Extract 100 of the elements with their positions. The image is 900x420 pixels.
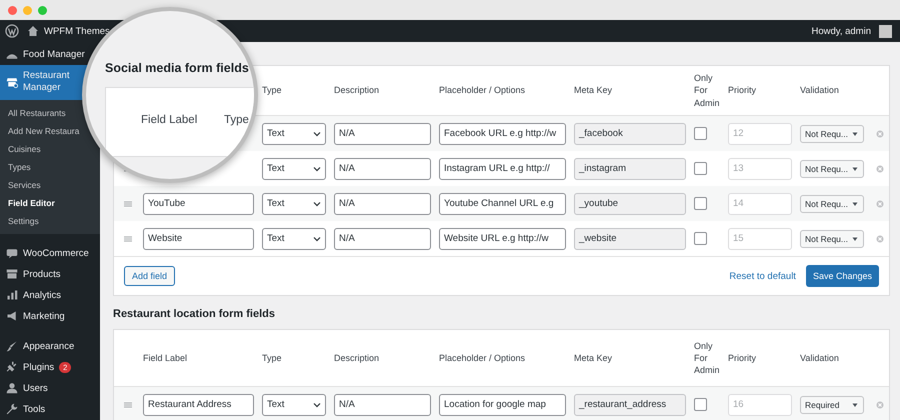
field-label-input[interactable]: Restaurant Address (143, 394, 254, 416)
sidebar-item[interactable]: Products (6, 268, 60, 280)
chevron-down-icon (313, 234, 321, 242)
column-header: Meta Key (574, 352, 614, 364)
drag-handle-icon[interactable] (124, 200, 132, 206)
column-header: Validation (800, 352, 840, 364)
field-label-input[interactable]: Website (143, 228, 254, 250)
placeholder-input[interactable]: Website URL e.g http://w (439, 228, 566, 250)
chevron-down-icon (313, 164, 321, 172)
admin-only-checkbox[interactable] (694, 197, 707, 210)
type-select[interactable]: Text (262, 394, 326, 416)
submenu-item[interactable]: Add New Restaura (0, 122, 80, 140)
remove-icon[interactable] (876, 164, 884, 172)
meta-key-input[interactable]: _website (574, 228, 686, 250)
save-button[interactable]: Save Changes (806, 265, 879, 287)
chevron-down-icon (313, 200, 321, 208)
submenu-item[interactable]: Cuisines (0, 140, 41, 158)
column-header: Field Label (141, 114, 198, 126)
placeholder-input[interactable]: Facebook URL e.g http://w (439, 122, 566, 144)
archive-box-icon (6, 268, 18, 280)
chevron-down-icon (313, 130, 321, 138)
description-input[interactable]: N/A (334, 192, 431, 214)
remove-icon[interactable] (876, 130, 884, 138)
sidebar-item[interactable]: Food Manager (6, 48, 85, 60)
meta-key-input[interactable]: _instagram (574, 158, 686, 180)
admin-only-checkbox[interactable] (694, 232, 707, 245)
megaphone-icon (6, 310, 18, 322)
description-input[interactable]: N/A (334, 122, 431, 144)
admin-only-checkbox[interactable] (694, 127, 707, 140)
type-select[interactable]: Text (262, 192, 326, 214)
field-label-input[interactable]: YouTube (143, 192, 254, 214)
placeholder-input[interactable]: Location for google map (439, 394, 566, 416)
meta-key-input[interactable]: _youtube (574, 192, 686, 214)
home-icon[interactable] (27, 25, 39, 37)
column-header: Type (224, 114, 249, 126)
maximize-button[interactable] (38, 6, 47, 14)
type-select[interactable]: Text (262, 122, 326, 144)
remove-icon[interactable] (876, 234, 884, 242)
sidebar-item[interactable]: WooCommerce (6, 247, 89, 260)
column-header: Priority (728, 84, 758, 97)
column-header: Validation (800, 84, 840, 97)
remove-icon[interactable] (876, 400, 884, 408)
placeholder-input[interactable]: Youtube Channel URL e.g (439, 192, 566, 214)
column-header: Priority (728, 352, 758, 364)
section-title: Restaurant location form fields (113, 307, 276, 322)
drag-handle-icon[interactable] (124, 402, 132, 408)
sidebar-item[interactable]: Tools (6, 403, 46, 416)
submenu-item[interactable]: Services (0, 176, 41, 194)
add-field-button[interactable]: Add field (124, 266, 176, 286)
column-header: Placeholder / Options (439, 352, 526, 364)
caret-down-icon (851, 200, 859, 208)
avatar[interactable] (879, 24, 892, 38)
column-header: Type (262, 352, 283, 364)
column-header: Description (334, 84, 380, 97)
site-name-link[interactable]: WPFM Themes (44, 26, 110, 36)
description-input[interactable]: N/A (334, 394, 431, 416)
column-header: Placeholder / Options (439, 84, 526, 97)
description-input[interactable]: N/A (334, 228, 431, 250)
meta-key-input[interactable]: _restaurant_address (574, 394, 686, 416)
submenu-item[interactable]: Field Editor (0, 194, 55, 212)
column-header: Field Label (143, 352, 188, 364)
close-button[interactable] (8, 6, 17, 14)
section-title: Social media form fields (105, 61, 249, 75)
column-header: Meta Key (574, 84, 614, 97)
validation-select[interactable]: Not Requ... (800, 194, 864, 212)
drag-handle-icon[interactable] (124, 236, 132, 242)
bar-chart-icon (6, 289, 18, 302)
store-icon (6, 76, 18, 88)
greeting-text[interactable]: Howdy, admin (812, 26, 871, 36)
validation-select[interactable]: Not Requ... (800, 124, 864, 142)
wordpress-logo-icon[interactable] (5, 24, 19, 38)
remove-icon[interactable] (876, 200, 884, 208)
placeholder-input[interactable]: Instagram URL e.g http:// (439, 158, 566, 180)
caret-down-icon (851, 400, 859, 408)
caret-down-icon (851, 130, 859, 138)
admin-only-checkbox[interactable] (694, 398, 707, 411)
sidebar-item[interactable]: Users (6, 382, 48, 394)
submenu-item[interactable]: All Restaurants (0, 104, 66, 122)
validation-select[interactable]: Not Requ... (800, 160, 864, 178)
plug-icon (6, 361, 18, 374)
submenu-item[interactable]: Settings (0, 212, 39, 230)
sidebar-item[interactable]: Appearance (6, 340, 74, 352)
validation-select[interactable]: Required (800, 396, 864, 414)
reset-link[interactable]: Reset to default (729, 270, 796, 282)
paintbrush-icon (6, 340, 18, 352)
minimize-button[interactable] (23, 6, 32, 14)
type-select[interactable]: Text (262, 228, 326, 250)
description-input[interactable]: N/A (334, 158, 431, 180)
wrench-icon (6, 403, 18, 416)
submenu-item[interactable]: Types (0, 158, 31, 176)
type-select[interactable]: Text (262, 158, 326, 180)
column-header: Only For Admin (694, 340, 721, 376)
column-header: Description (334, 352, 380, 364)
sidebar-item[interactable]: Marketing (6, 310, 65, 322)
admin-only-checkbox[interactable] (694, 162, 707, 175)
caret-down-icon (851, 234, 859, 242)
caret-down-icon (851, 164, 859, 172)
validation-select[interactable]: Not Requ... (800, 230, 864, 248)
sidebar-item[interactable]: Analytics (6, 289, 62, 302)
meta-key-input[interactable]: _facebook (574, 122, 686, 144)
